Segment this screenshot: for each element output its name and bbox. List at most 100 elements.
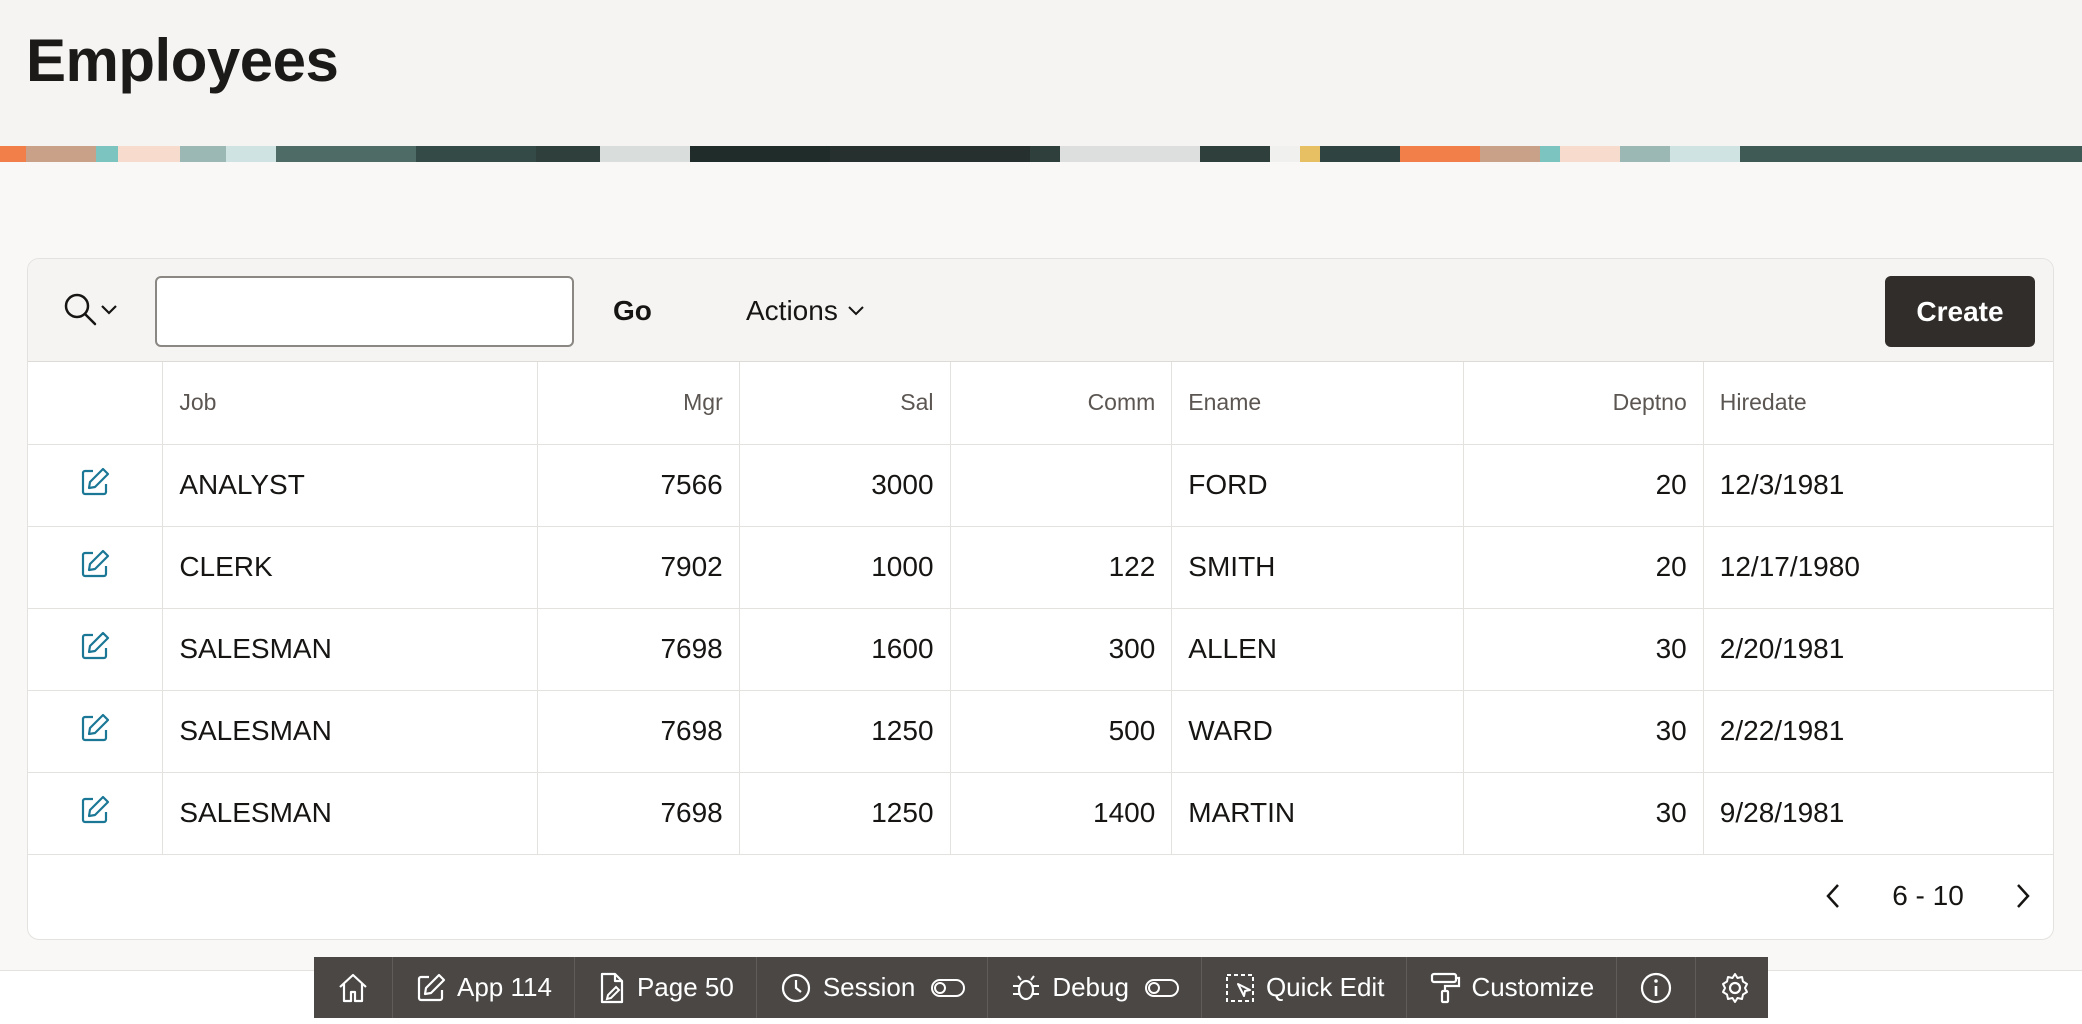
cell-deptno: 30 — [1463, 689, 1704, 772]
cell-mgr: 7902 — [537, 525, 740, 608]
cell-sal: 1250 — [739, 689, 951, 772]
table-header-row: Job Mgr Sal Comm Ename Deptno Hiredate — [28, 362, 2053, 444]
home-icon — [339, 973, 367, 1002]
cell-comm: 500 — [950, 689, 1173, 772]
developer-toolbar: App 114 Page 50 Session Debug Quick Edit… — [314, 957, 1768, 1018]
table-row: SALESMAN 7698 1250 1400 MARTIN 30 9/28/1… — [28, 771, 2053, 855]
column-header-comm[interactable]: Comm — [950, 362, 1173, 444]
quick-edit-button[interactable]: Quick Edit — [1202, 957, 1408, 1018]
edit-column-header — [28, 362, 164, 444]
cell-ename: MARTIN — [1171, 771, 1465, 855]
search-column-menu[interactable] — [62, 291, 124, 331]
debug-label: Debug — [1052, 972, 1129, 1002]
edit-icon[interactable] — [79, 630, 111, 662]
cell-sal: 1600 — [739, 607, 951, 690]
page-title: Employees — [26, 27, 339, 94]
employees-table: Job Mgr Sal Comm Ename Deptno Hiredate A… — [28, 362, 2053, 855]
cell-mgr: 7698 — [537, 607, 740, 690]
debug-button[interactable]: Debug — [988, 957, 1202, 1018]
cell-job: CLERK — [162, 525, 538, 608]
report-toolbar: Go Actions Create — [28, 259, 2053, 362]
column-header-job[interactable]: Job — [162, 362, 538, 444]
next-page-button[interactable] — [2008, 878, 2038, 914]
cell-comm: 300 — [950, 607, 1173, 690]
column-header-sal[interactable]: Sal — [739, 362, 951, 444]
edit-cell — [28, 689, 164, 772]
previous-page-button[interactable] — [1818, 878, 1848, 914]
cell-sal: 1000 — [739, 525, 951, 608]
table-row: SALESMAN 7698 1600 300 ALLEN 30 2/20/198… — [28, 607, 2053, 690]
column-header-ename[interactable]: Ename — [1171, 362, 1465, 444]
customize-button[interactable]: Customize — [1407, 957, 1618, 1018]
toggle-icon — [1144, 978, 1179, 997]
cell-mgr: 7698 — [537, 689, 740, 772]
employees-report-region: Go Actions Create Job Mgr Sal Comm Ename… — [27, 258, 2054, 940]
page-label: Page 50 — [636, 972, 734, 1002]
clock-icon — [781, 973, 810, 1002]
cell-sal: 3000 — [739, 443, 951, 526]
column-header-deptno[interactable]: Deptno — [1463, 362, 1704, 444]
page-edit-icon — [600, 972, 624, 1003]
column-header-mgr[interactable]: Mgr — [537, 362, 740, 444]
cell-hiredate: 12/17/1980 — [1703, 525, 2053, 608]
app-button[interactable]: App 114 — [393, 957, 575, 1018]
cell-sal: 1250 — [739, 771, 951, 855]
edit-icon — [417, 973, 446, 1001]
bug-icon — [1013, 974, 1040, 1000]
chevron-right-icon — [2017, 884, 2030, 908]
cell-ename: ALLEN — [1171, 607, 1465, 690]
search-input[interactable] — [155, 276, 574, 347]
table-row: SALESMAN 7698 1250 500 WARD 30 2/22/1981 — [28, 689, 2053, 772]
cell-hiredate: 2/22/1981 — [1703, 689, 2053, 772]
edit-icon[interactable] — [79, 712, 111, 744]
cell-job: SALESMAN — [162, 689, 538, 772]
page-header: Employees — [0, 0, 2082, 146]
pagination-range: 6 - 10 — [1892, 880, 1964, 911]
quick-edit-icon — [1225, 973, 1254, 1002]
edit-cell — [28, 607, 164, 690]
actions-menu-button[interactable]: Actions — [746, 289, 874, 333]
actions-label: Actions — [746, 295, 838, 326]
app-label: App 114 — [457, 972, 552, 1002]
column-header-hiredate[interactable]: Hiredate — [1703, 362, 2053, 444]
info-button[interactable] — [1617, 957, 1697, 1018]
page-button[interactable]: Page 50 — [575, 957, 757, 1018]
cell-ename: FORD — [1171, 443, 1465, 526]
table-row: ANALYST 7566 3000 FORD 20 12/3/1981 — [28, 443, 2053, 526]
chevron-left-icon — [1826, 884, 1839, 908]
chevron-down-icon — [846, 295, 866, 327]
decorative-banner — [0, 146, 2082, 162]
search-icon — [62, 291, 98, 332]
create-button[interactable]: Create — [1885, 276, 2035, 347]
cell-hiredate: 12/3/1981 — [1703, 443, 2053, 526]
cell-job: SALESMAN — [162, 607, 538, 690]
cell-deptno: 20 — [1463, 525, 1704, 608]
cell-comm: 122 — [950, 525, 1173, 608]
settings-button[interactable] — [1696, 957, 1774, 1018]
cell-ename: SMITH — [1171, 525, 1465, 608]
table-row: CLERK 7902 1000 122 SMITH 20 12/17/1980 — [28, 525, 2053, 608]
cell-hiredate: 9/28/1981 — [1703, 771, 2053, 855]
cell-mgr: 7566 — [537, 443, 740, 526]
customize-label: Customize — [1471, 972, 1595, 1002]
cell-deptno: 30 — [1463, 607, 1704, 690]
edit-icon[interactable] — [79, 466, 111, 498]
edit-cell — [28, 771, 164, 855]
chevron-down-icon — [98, 298, 120, 325]
cell-ename: WARD — [1171, 689, 1465, 772]
cell-job: SALESMAN — [162, 771, 538, 855]
cell-hiredate: 2/20/1981 — [1703, 607, 2053, 690]
edit-icon[interactable] — [79, 794, 111, 826]
edit-icon[interactable] — [79, 548, 111, 580]
paint-roller-icon — [1431, 972, 1461, 1003]
pagination: 6 - 10 — [1818, 871, 2038, 921]
session-button[interactable]: Session — [757, 957, 989, 1018]
cell-deptno: 30 — [1463, 771, 1704, 855]
quick-edit-label: Quick Edit — [1265, 972, 1385, 1002]
session-label: Session — [822, 972, 916, 1002]
go-button[interactable]: Go — [613, 289, 652, 333]
home-button[interactable] — [314, 957, 393, 1018]
cell-comm — [950, 443, 1173, 526]
cell-comm: 1400 — [950, 771, 1173, 855]
edit-cell — [28, 525, 164, 608]
